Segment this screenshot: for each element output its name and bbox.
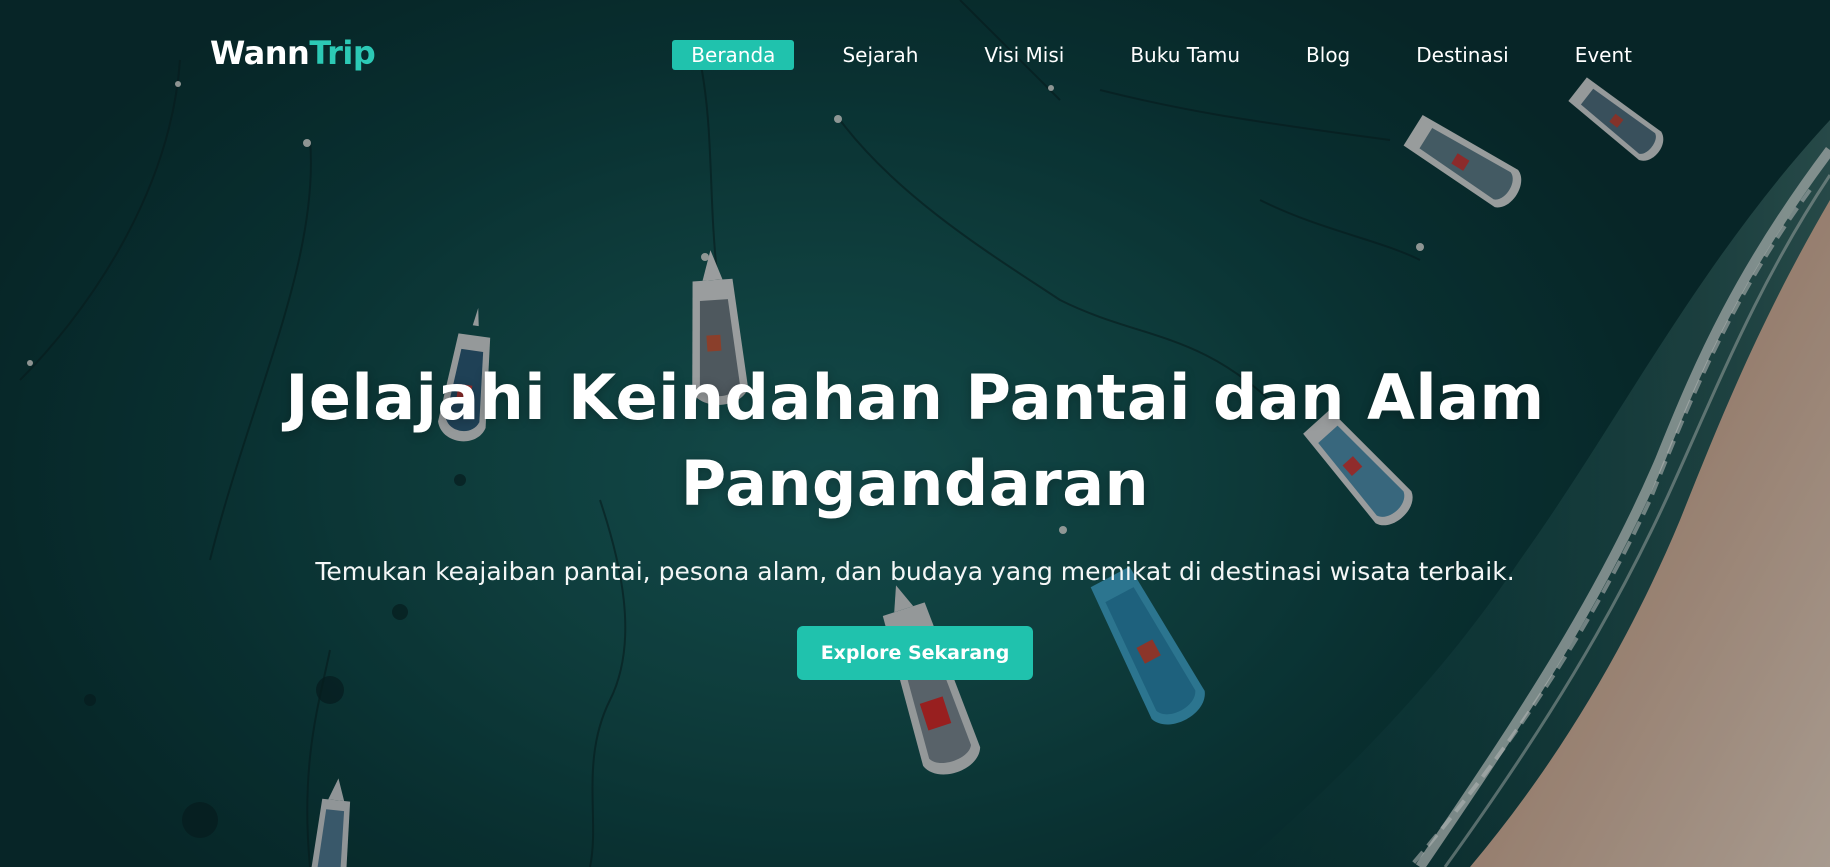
explore-button[interactable]: Explore Sekarang	[796, 626, 1034, 680]
nav-link-beranda[interactable]: Beranda	[672, 40, 795, 70]
nav-link-destinasi[interactable]: Destinasi	[1398, 40, 1526, 70]
navbar: WannTrip Beranda Sejarah Visi Misi Buku …	[0, 0, 1830, 112]
hero-title: Jelajahi Keindahan Pantai dan Alam Panga…	[265, 355, 1565, 527]
nav-link-visi-misi[interactable]: Visi Misi	[966, 40, 1082, 70]
hero-section: Jelajahi Keindahan Pantai dan Alam Panga…	[0, 355, 1830, 680]
hero-title-line1: Jelajahi Keindahan Pantai dan Alam	[285, 361, 1545, 434]
brand-logo[interactable]: WannTrip	[210, 34, 376, 72]
nav-link-blog[interactable]: Blog	[1288, 40, 1368, 70]
brand-name-part2: Trip	[309, 34, 376, 72]
nav-menu: Beranda Sejarah Visi Misi Buku Tamu Blog…	[642, 40, 1650, 70]
nav-link-event[interactable]: Event	[1557, 40, 1650, 70]
hero-title-line2: Pangandaran	[680, 447, 1150, 520]
brand-name-part1: Wann	[210, 34, 310, 72]
nav-link-sejarah[interactable]: Sejarah	[824, 40, 936, 70]
hero-subtitle: Temukan keajaiban pantai, pesona alam, d…	[315, 557, 1515, 586]
nav-link-buku-tamu[interactable]: Buku Tamu	[1112, 40, 1258, 70]
